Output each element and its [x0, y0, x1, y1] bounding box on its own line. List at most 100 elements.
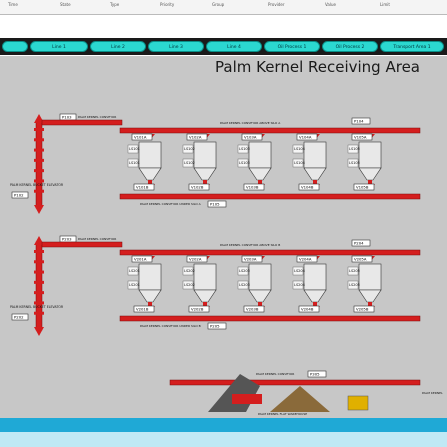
warehouse-label: PALM KERNEL FLAT WAREHOUSE [258, 412, 307, 416]
warehouse-conveyor-label: PALM KERNEL CONVEYOR [256, 372, 294, 376]
section1-silo-0-cone [138, 167, 162, 181]
section2-silo-2-ls-top: LS203 [239, 269, 250, 273]
section2-silo-1-outlet [203, 302, 207, 306]
warehouse-conveyor-tag-label: P305 [310, 372, 320, 377]
section1-silo-2-ls-top: LS103 [239, 147, 250, 151]
section1-silo-1-outlet [203, 180, 207, 184]
section1-silo-4 [358, 141, 382, 169]
tab-line-2[interactable]: Line 2 [90, 41, 146, 52]
section1-valve-b-tag-0-label: V101B [136, 185, 149, 190]
tab-home[interactable] [2, 41, 28, 52]
section2-elevator-rung [34, 270, 44, 274]
section2-silo-1-ls-top: LS202 [184, 269, 195, 273]
tab-transport-area-1[interactable]: Transport Area 1 [380, 41, 444, 52]
section2-elevator-rung [34, 311, 44, 315]
tab-line-4[interactable]: Line 4 [206, 41, 262, 52]
section2-silo-2-ls-bot: LS203 [239, 283, 250, 287]
section1-above-tag-label: P104 [354, 119, 364, 124]
section1-bucket-label: PALM KERNEL BUCKET ELEVATOR [10, 183, 64, 187]
section2-silo-4 [358, 263, 382, 291]
tab-bar: Line 1 Line 2 Line 3 Line 4 Oil Process … [0, 38, 447, 55]
section1-elevator-rung [34, 148, 44, 152]
section1-silo-2-outlet [258, 180, 262, 184]
warehouse-conveyor [169, 379, 421, 386]
section2-silo-4-outlet [368, 302, 372, 306]
section2-silo-2 [248, 263, 272, 291]
status-bar [0, 418, 447, 432]
silo-section-b: PALM KERNEL BUCKET ELEVATOR P202 P203 PALM … [10, 235, 421, 336]
section1-silo-4-cone [358, 167, 382, 181]
section1-valve-tag-4-label: V105A [354, 135, 367, 140]
section2-bucket-label: PALM KERNEL BUCKET ELEVATOR [10, 305, 64, 309]
section2-elevator-bottom [34, 327, 44, 336]
section2-under-label: PALM KERNEL CONVEYOR UNDER SILO B [140, 324, 201, 328]
section1-elevator-rung [34, 158, 44, 162]
header-col: Value [325, 2, 336, 7]
section2-silo-3-cone [303, 289, 327, 303]
section1-above-label: PALM KERNEL CONVEYOR ABOVE SILO A [220, 121, 281, 125]
section1-conveyor-above [119, 127, 421, 134]
section1-silo-2-cone [248, 167, 272, 181]
section1-silo-1 [193, 141, 217, 169]
alarm-header: Time State Type Priority Group Provider … [0, 0, 447, 15]
section1-valve-b-tag-4-label: V105B [356, 185, 369, 190]
section2-silo-3-outlet [313, 302, 317, 306]
section1-conveyor-top [41, 119, 123, 126]
section2-valve-b-tag-2-label: V203B [246, 307, 259, 312]
header-col: Time [8, 2, 18, 7]
section1-valve-b-tag-1-label: V102B [191, 185, 204, 190]
section2-silo-0-outlet [148, 302, 152, 306]
warehouse-side-label: PALM KERNEL [422, 391, 443, 395]
section1-elevator-bottom [34, 205, 44, 214]
section1-silo-0-outlet [148, 180, 152, 184]
section1-silo-2-ls-bot: LS103 [239, 161, 250, 165]
section1-silo-4-ls-bot: LS105 [349, 161, 360, 165]
section2-silo-4-ls-bot: LS205 [349, 283, 360, 287]
section2-elevator-label: PALM KERNEL CONVEYOR [78, 237, 116, 241]
section1-valve-b-tag-2-label: V103B [246, 185, 259, 190]
footer-bar [0, 432, 447, 447]
section2-valve-tag-4-label: V205A [354, 257, 367, 262]
section1-silo-0-ls-bot: LS101 [129, 161, 140, 165]
tab-oil-process-2[interactable]: Oil Process 2 [322, 41, 378, 52]
truck-cab [232, 394, 262, 404]
tab-oil-process-1[interactable]: Oil Process 1 [264, 41, 320, 52]
header-col: Provider [268, 2, 285, 7]
section2-silo-0-ls-bot: LS201 [129, 283, 140, 287]
section1-silo-0 [138, 141, 162, 169]
section2-elevator [35, 241, 43, 331]
tab-line-1[interactable]: Line 1 [30, 41, 88, 52]
section2-valve-tag-0-label: V201A [134, 257, 147, 262]
section1-conveyor-under [119, 193, 421, 200]
section2-above-tag-label: P204 [354, 241, 364, 246]
section1-silo-3-ls-bot: LS104 [294, 161, 306, 165]
section1-silo-3 [303, 141, 327, 169]
section1-silo-1-ls-bot: LS102 [184, 161, 195, 165]
section1-silo-4-ls-top: LS105 [349, 147, 360, 151]
tab-line-3[interactable]: Line 3 [148, 41, 204, 52]
section2-elevator-rung [34, 250, 44, 253]
section2-elevator-rung [34, 301, 44, 305]
section2-silo-1-cone [193, 289, 217, 303]
section1-under-label: PALM KERNEL CONVEYOR UNDER SILO A [140, 202, 202, 206]
header-col: Limit [380, 2, 390, 7]
section1-valve-tag-3-label: V104A [299, 135, 312, 140]
header-col: State [60, 2, 71, 7]
section1-elevator-rung [34, 138, 44, 142]
section1-elevator-rung [34, 169, 44, 173]
loader [347, 395, 369, 411]
section1-silo-4-outlet [368, 180, 372, 184]
section2-under-tag-label: P205 [210, 324, 220, 329]
section2-bucket-tag-label: P202 [14, 315, 24, 320]
section2-silo-2-cone [248, 289, 272, 303]
section1-valve-tag-2-label: V103A [244, 135, 257, 140]
section1-silo-3-outlet [313, 180, 317, 184]
section2-silo-4-cone [358, 289, 382, 303]
section2-elevator-rung [34, 291, 44, 295]
header-col: Type [110, 2, 120, 7]
section1-under-tag-label: P105 [210, 202, 220, 207]
section2-valve-tag-1-label: V202A [189, 257, 202, 262]
section1-silo-3-ls-top: LS104 [294, 147, 306, 151]
section2-conveyor-under [119, 315, 421, 322]
section1-silo-0-ls-top: LS101 [129, 147, 140, 151]
